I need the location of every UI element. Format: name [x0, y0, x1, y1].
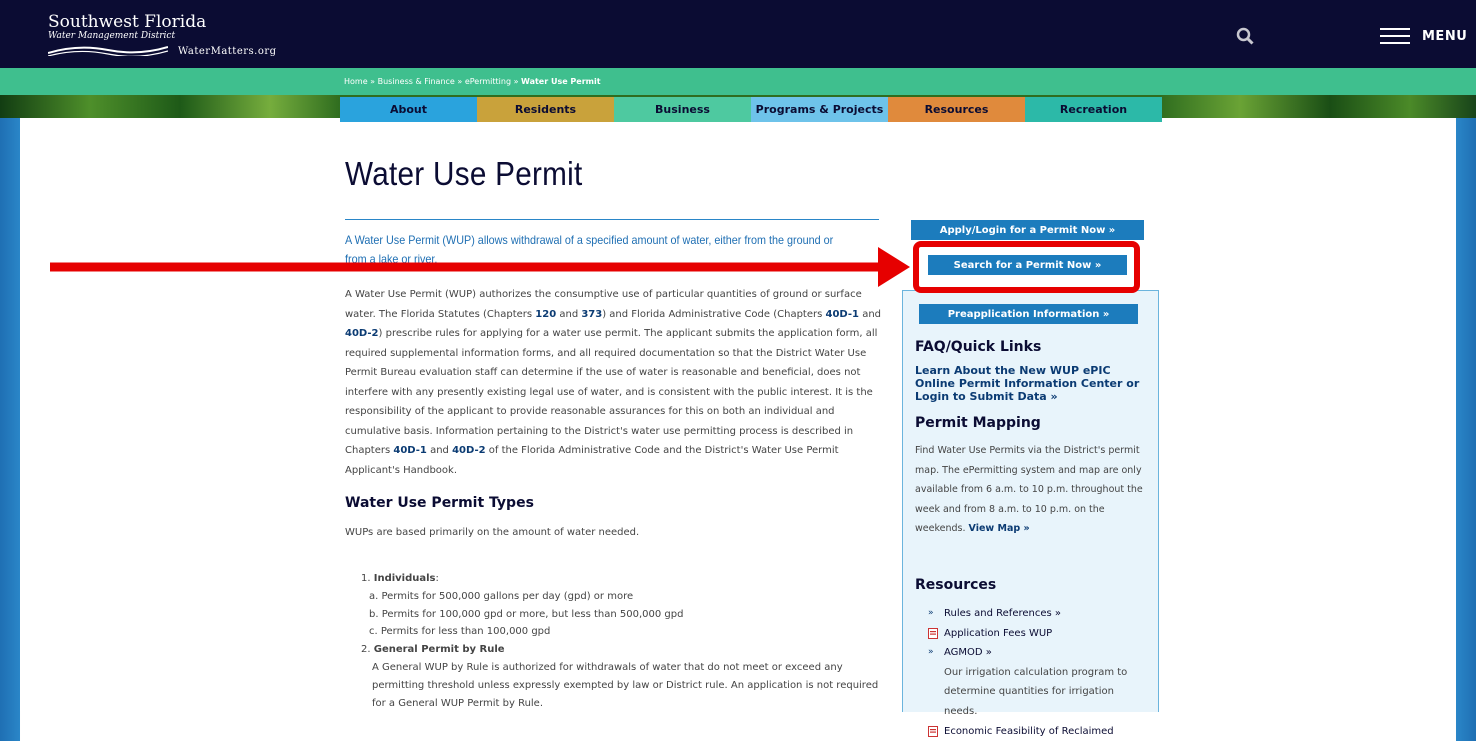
nav-tab-residents[interactable]: Residents [477, 97, 614, 122]
apply-login-button[interactable]: Apply/Login for a Permit Now » [911, 220, 1144, 240]
breadcrumb: Home » Business & Finance » ePermitting … [344, 77, 601, 86]
logo-site: WaterMatters.org [178, 46, 277, 57]
logo-line1: Southwest Florida [48, 12, 207, 32]
list-item[interactable]: » AGMOD » [928, 643, 1144, 663]
breadcrumb-separator: » [513, 77, 519, 86]
nav-tab-programs[interactable]: Programs & Projects [751, 97, 888, 122]
breadcrumb-separator: » [457, 77, 463, 86]
view-map-link[interactable]: View Map » [969, 523, 1030, 534]
pdf-icon [928, 725, 938, 737]
preapplication-button[interactable]: Preapplication Information » [919, 304, 1138, 324]
chapter-120-link[interactable]: 120 [535, 309, 556, 320]
pdf-icon [928, 627, 938, 639]
hamburger-icon [1380, 28, 1410, 44]
body-paragraph: A Water Use Permit (WUP) authorizes the … [345, 285, 885, 480]
list-item-label: General Permit by Rule [373, 644, 505, 656]
nav-tab-business[interactable]: Business [614, 97, 751, 122]
search-permit-button[interactable]: Search for a Permit Now » [928, 255, 1127, 275]
search-icon[interactable] [1236, 27, 1254, 45]
body-text: and [556, 308, 582, 320]
agmod-description: Our irrigation calculation program to de… [944, 666, 1128, 717]
body-text: ) prescribe rules for applying for a wat… [345, 328, 878, 456]
list-subitem: a. Permits for 500,000 gallons per day (… [369, 590, 634, 602]
site-header: Southwest Florida Water Management Distr… [0, 0, 1476, 68]
agmod-link[interactable]: AGMOD » [944, 643, 992, 663]
chapter-40d1-link[interactable]: 40D-1 [826, 309, 860, 320]
menu-label: MENU [1422, 28, 1468, 44]
nav-tab-recreation[interactable]: Recreation [1025, 97, 1162, 122]
body-text: and [859, 308, 882, 320]
breadcrumb-separator: » [370, 77, 376, 86]
list-subitem: c. Permits for less than 100,000 gpd [369, 626, 551, 638]
list-item[interactable]: » Rules and References » [928, 604, 1144, 624]
list-item[interactable]: Application Fees WUP [928, 624, 1144, 644]
list-subitem: b. Permits for 100,000 gpd or more, but … [369, 608, 684, 620]
breadcrumb-business[interactable]: Business & Finance [378, 77, 455, 86]
main-nav: About Residents Business Programs & Proj… [340, 97, 1162, 122]
list-item-label: Individuals [373, 573, 436, 584]
list-item: 1. Individuals: [361, 573, 439, 584]
menu-button[interactable]: MENU [1380, 28, 1467, 44]
rules-references-link[interactable]: Rules and References » [944, 604, 1061, 624]
permit-types-heading: Water Use Permit Types [345, 495, 534, 511]
district-logo[interactable]: Southwest Florida Water Management Distr… [48, 12, 276, 57]
body-text: ) and Florida Administrative Code (Chapt… [602, 308, 826, 320]
chevron-right-icon: » [928, 608, 934, 618]
title-divider [345, 219, 879, 220]
nav-tab-about[interactable]: About [340, 97, 477, 122]
list-item: 2. General Permit by Rule [361, 644, 505, 656]
resources-list: » Rules and References » Application Fees… [928, 604, 1144, 741]
logo-wave-icon [48, 46, 168, 56]
permit-mapping-heading: Permit Mapping [915, 415, 1041, 431]
resources-heading: Resources [915, 577, 997, 593]
breadcrumb-epermitting[interactable]: ePermitting [465, 77, 511, 86]
list-item-text: A General WUP by Rule is authorized for … [372, 661, 879, 709]
list-item[interactable]: Economic Feasibility of Reclaimed [928, 722, 1144, 741]
logo-line2: Water Management District [48, 31, 176, 41]
body-text: and [426, 445, 453, 456]
nav-tab-resources[interactable]: Resources [888, 97, 1025, 122]
breadcrumb-current: Water Use Permit [521, 77, 601, 86]
faq-heading: FAQ/Quick Links [915, 339, 1042, 355]
economic-feasibility-link[interactable]: Economic Feasibility of Reclaimed [944, 722, 1114, 741]
page-title: Water Use Permit [345, 155, 583, 192]
permit-types-intro: WUPs are based primarily on the amount o… [345, 527, 640, 538]
annotation-arrow-icon [50, 247, 910, 287]
chapter-40d2-link[interactable]: 40D-2 [345, 328, 379, 339]
permit-types-list: 1. Individuals: a. Permits for 500,000 g… [361, 570, 892, 712]
breadcrumb-home[interactable]: Home [344, 77, 368, 86]
chevron-right-icon: » [928, 647, 934, 658]
permit-mapping-text: Find Water Use Permits via the District'… [915, 441, 1145, 539]
chapter-40d1-link[interactable]: 40D-1 [393, 445, 427, 456]
breadcrumb-bar [0, 68, 1476, 95]
chapter-373-link[interactable]: 373 [581, 309, 602, 320]
wup-epic-link[interactable]: Learn About the New WUP ePIC Online Perm… [915, 364, 1145, 403]
chapter-40d2-link[interactable]: 40D-2 [452, 445, 486, 456]
mapping-text: Find Water Use Permits via the District'… [915, 445, 1143, 535]
application-fees-link[interactable]: Application Fees WUP [944, 624, 1052, 644]
